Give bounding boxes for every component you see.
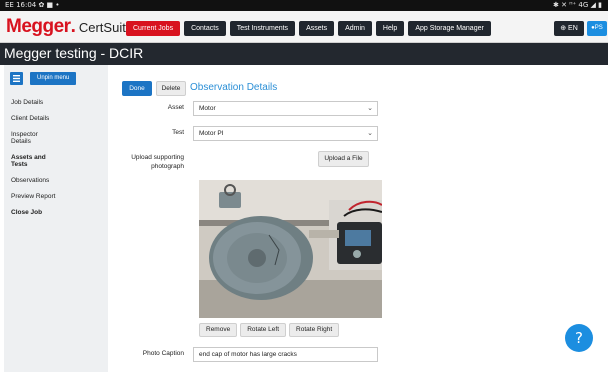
app-header: Megger . CertSuite Current Jobs Contacts… <box>0 11 608 43</box>
asset-label: Asset <box>167 104 184 111</box>
menu-grid-button[interactable] <box>10 72 23 85</box>
motor-photo-illustration <box>199 180 382 318</box>
sidebar: Unpin menu Job Details Client Details In… <box>4 65 108 372</box>
chevron-down-icon: ⌄ <box>367 105 373 112</box>
brand-logo[interactable]: Megger . CertSuite <box>6 16 133 38</box>
uploaded-photo <box>199 180 382 318</box>
nav-contacts[interactable]: Contacts <box>184 21 226 36</box>
nav-admin[interactable]: Admin <box>338 21 372 36</box>
status-bar-left: EE 16:04 ✿ ■ • <box>5 1 60 9</box>
product-name: CertSuite <box>78 20 134 35</box>
nav-help[interactable]: Help <box>375 21 405 36</box>
nav-assets[interactable]: Assets <box>299 21 335 36</box>
nav-current-jobs[interactable]: Current Jobs <box>126 21 181 36</box>
sidebar-item-preview-report[interactable]: Preview Report <box>11 193 81 200</box>
brand-dot-icon: . <box>70 16 76 37</box>
sidebar-item-assets-and-tests[interactable]: Assets and Tests <box>11 154 51 168</box>
sidebar-item-observations[interactable]: Observations <box>11 177 81 184</box>
rotate-right-button[interactable]: Rotate Right <box>289 323 340 337</box>
language-button[interactable]: ⊕ EN <box>554 21 584 36</box>
test-select[interactable]: Motor PI ⌄ <box>193 126 378 141</box>
photo-caption-input[interactable]: end cap of motor has large cracks <box>193 347 378 362</box>
upload-file-button[interactable]: Upload a File <box>318 151 369 167</box>
sidebar-item-inspector-details[interactable]: Inspector Details <box>11 131 49 145</box>
user-button[interactable]: ●PS <box>587 21 607 36</box>
brand-name: Megger <box>6 16 71 37</box>
menu-icon <box>13 75 20 82</box>
rotate-left-button[interactable]: Rotate Left <box>240 323 287 337</box>
nav-app-storage-manager[interactable]: App Storage Manager <box>408 21 491 36</box>
test-select-value: Motor PI <box>199 130 224 137</box>
main-nav: Current Jobs Contacts Test Instruments A… <box>126 21 491 36</box>
photo-caption-label: Photo Caption <box>142 350 184 357</box>
asset-select[interactable]: Motor ⌄ <box>193 101 378 116</box>
delete-button[interactable]: Delete <box>156 81 186 96</box>
unpin-menu-button[interactable]: Unpin menu <box>30 72 77 85</box>
asset-select-value: Motor <box>199 105 216 112</box>
globe-icon: ⊕ <box>560 25 567 32</box>
sidebar-menu: Job Details Client Details Inspector Det… <box>11 99 81 225</box>
help-button[interactable]: ? <box>565 324 593 352</box>
page-title: Megger testing - DCIR <box>4 45 144 61</box>
section-title: Observation Details <box>190 82 278 93</box>
status-bar-right: ✱ ✕ ᴴ⁺ 4G ◢ ▮ <box>553 1 602 9</box>
test-label: Test <box>172 129 184 136</box>
status-bar: EE 16:04 ✿ ■ • ✱ ✕ ᴴ⁺ 4G ◢ ▮ <box>0 0 608 11</box>
title-bar: Megger testing - DCIR <box>0 43 608 65</box>
sidebar-item-job-details[interactable]: Job Details <box>11 99 81 106</box>
remove-photo-button[interactable]: Remove <box>199 323 238 337</box>
sidebar-item-client-details[interactable]: Client Details <box>11 115 81 122</box>
done-button[interactable]: Done <box>122 81 152 96</box>
photo-actions: Remove Rotate Left Rotate Right <box>199 323 340 337</box>
language-code: EN <box>568 25 578 32</box>
nav-test-instruments[interactable]: Test Instruments <box>229 21 296 36</box>
sidebar-item-close-job[interactable]: Close Job <box>11 209 81 216</box>
upload-photo-label: Upload supporting photograph <box>131 154 184 170</box>
user-initials: PS <box>594 25 603 31</box>
chevron-down-icon: ⌄ <box>367 130 373 137</box>
